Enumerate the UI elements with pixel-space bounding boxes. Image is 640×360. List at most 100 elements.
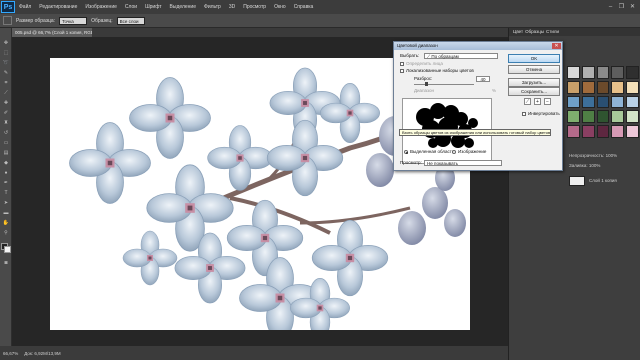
hand-tool-icon[interactable]: ✋ [2,220,10,226]
color-swatch[interactable] [567,80,580,94]
color-swatch[interactable] [567,125,580,138]
radio-selection[interactable] [404,150,408,154]
fill-value[interactable]: 100% [589,163,601,168]
invert-checkbox[interactable] [522,112,526,116]
document-tab[interactable]: 005.psd @ 66,7% (Слой 1 копия, RGB/8) [12,28,92,37]
color-swatch[interactable] [626,95,639,109]
sample-size-select[interactable]: Точка [59,16,88,25]
select-dropdown[interactable]: ⟋ По образцам [424,53,498,59]
color-swatch[interactable] [596,125,610,138]
color-swatch[interactable] [611,110,625,124]
app-logo: Ps [1,1,15,13]
quick-select-tool-icon[interactable]: ✎ [2,70,10,76]
detect-faces-checkbox[interactable] [400,62,404,66]
crop-tool-icon[interactable]: ⌗ [2,80,10,86]
radio-image[interactable] [452,150,456,154]
lasso-tool-icon[interactable]: ➰ [2,60,10,66]
color-swatch[interactable] [567,95,580,109]
color-swatch[interactable] [626,125,639,138]
window-controls: ‒ ❐ ✕ [606,4,640,11]
path-select-icon[interactable]: ➤ [2,200,10,206]
brush-tool-icon[interactable]: ✐ [2,110,10,116]
fuzziness-slider[interactable] [414,82,474,86]
range-unit: % [492,88,497,93]
tab-color[interactable]: Цвет [513,28,523,36]
healing-brush-icon[interactable]: ✚ [2,100,10,106]
menu-type[interactable]: Шрифт [141,0,165,14]
eyedropper-icon[interactable]: ⟋ [524,98,531,105]
detect-faces-label: Определить лица [406,61,443,66]
quick-mask-icon[interactable]: ◙ [2,260,10,266]
status-bar: 66,67% Док: 6,92М/13,9М [0,346,508,360]
zoom-tool-icon[interactable]: ⚲ [2,230,10,236]
shape-tool-icon[interactable]: ▬ [2,210,10,216]
color-swatch[interactable] [626,66,639,79]
cancel-button[interactable]: Отмена [508,65,560,74]
layer-name[interactable]: Слой 1 копия [589,177,617,185]
color-swatch[interactable] [611,125,625,138]
eyedropper-add-icon[interactable]: + [534,98,541,105]
color-swatch[interactable] [611,80,625,94]
menu-window[interactable]: Окно [270,0,290,14]
tab-styles[interactable]: Стили [546,28,559,36]
color-swatch[interactable] [596,110,610,124]
menu-image[interactable]: Изображение [81,0,121,14]
menu-help[interactable]: Справка [290,0,318,14]
eyedropper-tool-icon[interactable] [3,16,12,25]
fuzziness-label: Разброс: [414,76,433,81]
color-swatch[interactable] [567,66,580,79]
save-button[interactable]: Сохранить... [508,87,560,96]
localized-checkbox[interactable] [400,69,404,73]
tab-swatches[interactable]: Образцы [525,28,544,36]
pen-tool-icon[interactable]: ✒ [2,180,10,186]
ok-button[interactable]: OK [508,54,560,63]
zoom-level[interactable]: 66,67% [3,351,18,356]
history-brush-icon[interactable]: ↺ [2,130,10,136]
background-color-swatch[interactable] [4,246,11,253]
type-tool-icon[interactable]: T [2,190,10,196]
preview-dropdown[interactable]: Не показывать [424,160,502,166]
color-swatch[interactable] [626,80,639,94]
fill-label: Заливка: 100% [569,163,601,168]
blur-tool-icon[interactable]: ◆ [2,160,10,166]
menu-edit[interactable]: Редактирование [35,0,81,14]
eraser-tool-icon[interactable]: ▭ [2,140,10,146]
menu-view[interactable]: Просмотр [239,0,270,14]
eyedropper-subtract-icon[interactable]: − [544,98,551,105]
color-swatch[interactable] [581,95,595,109]
layer-thumbnail[interactable] [569,176,585,186]
color-swatch[interactable] [567,110,580,124]
fuzziness-input[interactable]: 40 [476,76,490,82]
menu-3d[interactable]: 3D [225,0,239,14]
restore-button[interactable]: ❐ [617,4,626,11]
color-swatch[interactable] [581,110,595,124]
menu-file[interactable]: Файл [15,0,35,14]
color-swatch[interactable] [581,80,595,94]
sample-size-label: Размер образца: [16,17,56,24]
color-swatch[interactable] [596,95,610,109]
eyedropper-icon[interactable]: ⟋ [2,90,10,96]
sample-select[interactable]: Все слои [116,16,145,25]
color-swatch[interactable] [596,66,610,79]
minimize-button[interactable]: ‒ [606,4,615,11]
dialog-close-button[interactable]: ✕ [552,43,561,49]
menu-filter[interactable]: Фильтр [200,0,225,14]
color-swatch[interactable] [611,66,625,79]
close-button[interactable]: ✕ [628,4,637,11]
menu-select[interactable]: Выделение [166,0,201,14]
dodge-tool-icon[interactable]: ● [2,170,10,176]
load-button[interactable]: Загрузить... [508,78,560,87]
color-panel-tabs: Цвет Образцы Стили [509,28,640,36]
fuzziness-slider-knob[interactable] [424,82,428,86]
color-swatch[interactable] [581,125,595,138]
menu-layers[interactable]: Слои [121,0,141,14]
color-swatch[interactable] [581,66,595,79]
clone-stamp-icon[interactable]: ♜ [2,120,10,126]
color-swatch[interactable] [611,95,625,109]
gradient-tool-icon[interactable]: ▤ [2,150,10,156]
marquee-tool-icon[interactable]: ⬚ [2,50,10,56]
color-swatch[interactable] [596,80,610,94]
move-tool-icon[interactable]: ✥ [2,40,10,46]
color-swatch[interactable] [626,110,639,124]
opacity-value[interactable]: 100% [606,153,618,158]
